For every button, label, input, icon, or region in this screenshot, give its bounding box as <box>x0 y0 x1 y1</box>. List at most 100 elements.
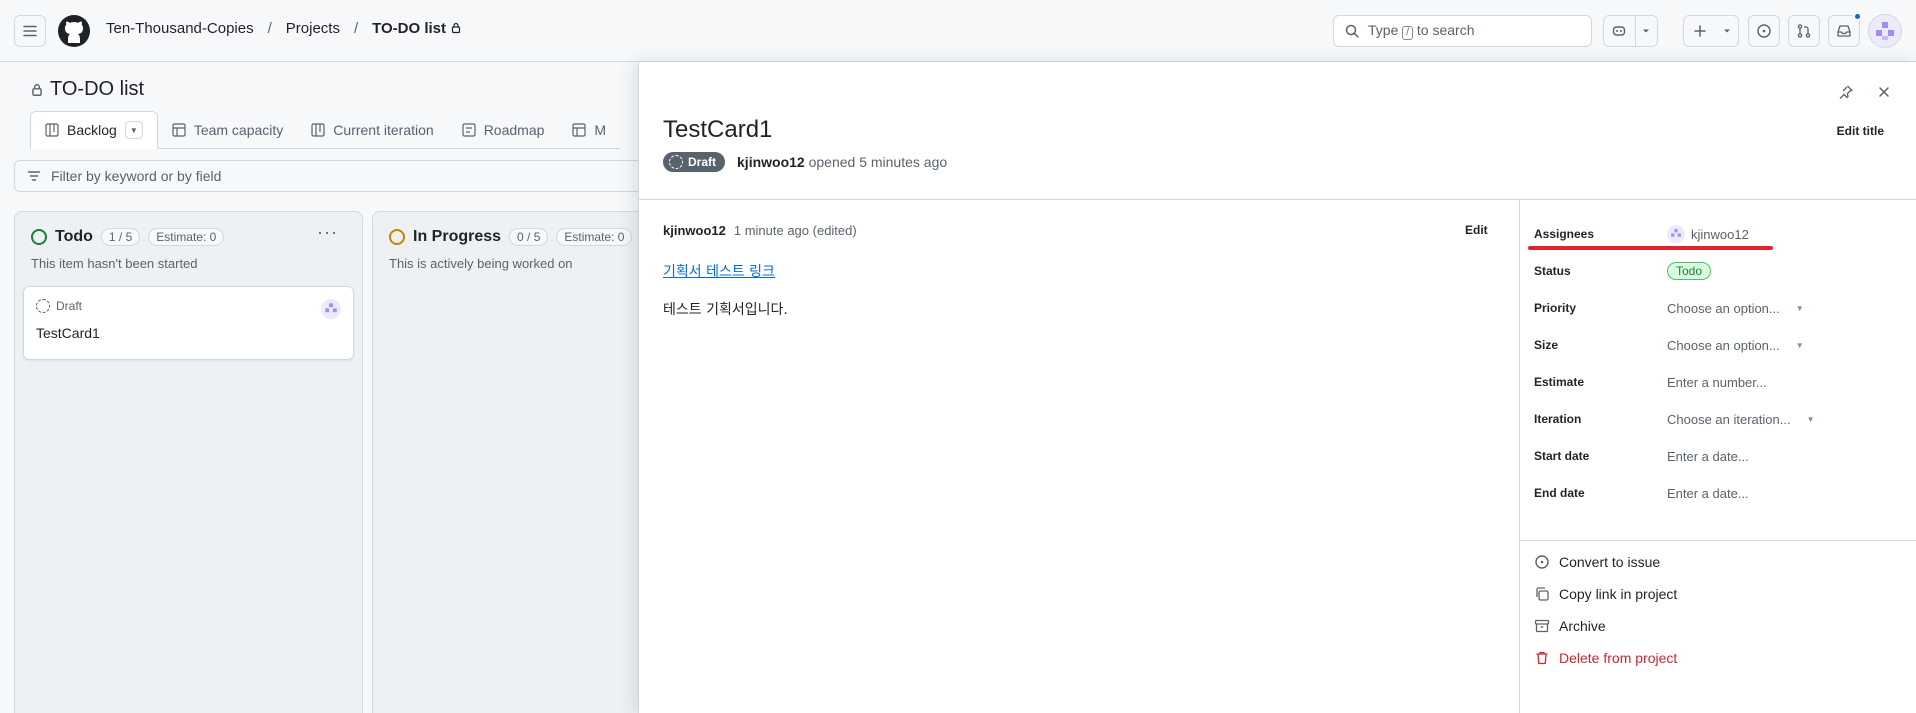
view-tabs: Backlog ▼ Team capacity Current iteratio… <box>30 111 621 149</box>
tab-label: Backlog <box>67 122 117 138</box>
lock-icon <box>452 22 461 34</box>
assignee-name: kjinwoo12 <box>1691 226 1749 242</box>
trash-icon <box>1536 651 1548 665</box>
field-iteration[interactable]: Iteration Choose an iteration... ▼ <box>1534 404 1864 434</box>
comment-body: 테스트 기획서입니다. <box>663 302 788 318</box>
field-label: Start date <box>1534 449 1590 463</box>
priority-select[interactable]: Choose an option... ▼ <box>1667 301 1804 316</box>
github-logo-icon[interactable] <box>58 15 90 47</box>
copy-link-button[interactable]: Copy link in project <box>1534 586 1677 602</box>
filter-icon <box>27 171 41 181</box>
pin-icon[interactable] <box>1838 84 1854 100</box>
identicon-icon <box>325 303 337 313</box>
tab-options-chevron-icon[interactable]: ▼ <box>124 121 143 139</box>
user-avatar[interactable] <box>1868 14 1902 48</box>
breadcrumb-current[interactable]: TO-DO list <box>372 20 462 37</box>
card-title[interactable]: TestCard1 <box>36 325 100 341</box>
status-circle-icon <box>31 229 47 245</box>
delete-from-project-button[interactable]: Delete from project <box>1534 650 1677 666</box>
column-header: Todo 1 / 5 Estimate: 0 <box>31 228 225 246</box>
start-date-input[interactable]: Enter a date... <box>1667 449 1749 464</box>
field-label: Status <box>1534 264 1571 278</box>
search-suffix: to search <box>1416 22 1475 38</box>
global-header: Ten-Thousand-Copies / Projects / TO-DO l… <box>0 0 1916 62</box>
column-name: In Progress <box>413 228 502 245</box>
status-badge: Draft <box>663 152 726 172</box>
field-label: Estimate <box>1534 375 1585 389</box>
board-card[interactable]: Draft TestCard1 <box>23 286 354 360</box>
copy-icon <box>1536 587 1549 601</box>
tab-label: Roadmap <box>483 121 545 138</box>
field-end-date[interactable]: End date Enter a date... <box>1534 478 1864 508</box>
action-label: Delete from project <box>1559 650 1678 666</box>
field-label: Iteration <box>1534 412 1582 426</box>
action-label: Convert to issue <box>1559 554 1661 570</box>
status-badge-label: Draft <box>688 155 717 169</box>
field-size[interactable]: Size Choose an option... ▼ <box>1534 330 1864 360</box>
comment-link[interactable]: 기획서 테스트 링크 <box>663 261 775 281</box>
tab-label: Team capacity <box>193 121 284 138</box>
column-header: In Progress 0 / 5 Estimate: 0 <box>389 228 633 246</box>
search-input[interactable]: Type / to search <box>1333 15 1592 47</box>
comment-time: 1 minute ago (edited) <box>733 223 857 238</box>
end-date-input[interactable]: Enter a date... <box>1667 486 1749 501</box>
breadcrumb: Ten-Thousand-Copies / Projects / TO-DO l… <box>106 20 462 37</box>
archive-button[interactable]: Archive <box>1534 618 1606 634</box>
tab-roadmap[interactable]: Roadmap <box>447 111 559 149</box>
lock-icon <box>32 83 42 96</box>
edit-title-button[interactable]: Edit title <box>1837 124 1884 138</box>
tab-label: Current iteration <box>333 121 434 138</box>
chevron-down-icon: ▼ <box>1806 414 1815 424</box>
convert-to-issue-button[interactable]: Convert to issue <box>1534 554 1660 570</box>
search-shortcut-key: / <box>1402 26 1414 40</box>
chevron-down-icon[interactable] <box>1636 16 1657 46</box>
column-estimate: Estimate: 0 <box>556 228 633 246</box>
field-status[interactable]: Status Todo <box>1534 256 1864 286</box>
copilot-button[interactable] <box>1603 15 1658 47</box>
search-icon <box>1345 24 1359 38</box>
project-title: TO-DO list <box>30 78 144 101</box>
breadcrumb-org[interactable]: Ten-Thousand-Copies <box>106 20 254 37</box>
author-link[interactable]: kjinwoo12 <box>737 154 805 170</box>
issues-button[interactable] <box>1748 15 1780 47</box>
status-value[interactable]: Todo <box>1667 262 1712 280</box>
panel-title: TestCard1 <box>663 116 773 143</box>
panel-top-actions <box>1838 84 1892 100</box>
item-meta: Draft kjinwoo12 opened 5 minutes ago <box>663 152 947 172</box>
tab-backlog[interactable]: Backlog ▼ <box>30 111 158 149</box>
field-assignees[interactable]: Assignees kjinwoo12 <box>1534 219 1864 249</box>
pull-requests-button[interactable] <box>1788 15 1820 47</box>
action-label: Copy link in project <box>1559 586 1678 602</box>
field-estimate[interactable]: Estimate Enter a number... <box>1534 367 1864 397</box>
estimate-input[interactable]: Enter a number... <box>1667 375 1767 390</box>
tab-team-capacity[interactable]: Team capacity <box>157 111 298 149</box>
size-select[interactable]: Choose an option... ▼ <box>1667 338 1804 353</box>
board-icon <box>311 122 325 137</box>
tab-current-iteration[interactable]: Current iteration <box>297 111 448 149</box>
chevron-down-icon: ▼ <box>1795 340 1804 350</box>
chevron-down-icon <box>1716 16 1738 46</box>
plus-icon <box>1684 16 1716 46</box>
create-new-button[interactable] <box>1683 15 1739 47</box>
field-priority[interactable]: Priority Choose an option... ▼ <box>1534 293 1864 323</box>
tab-more[interactable]: M <box>558 111 621 149</box>
assignee-value[interactable]: kjinwoo12 <box>1667 225 1749 243</box>
card-assignee-avatar <box>321 299 341 319</box>
card-status: Draft <box>36 299 82 313</box>
iteration-select[interactable]: Choose an iteration... ▼ <box>1667 412 1815 427</box>
archive-icon <box>1534 619 1550 633</box>
menu-button[interactable] <box>14 15 46 47</box>
field-start-date[interactable]: Start date Enter a date... <box>1534 441 1864 471</box>
search-placeholder: Type / to search <box>1368 22 1475 40</box>
close-icon[interactable] <box>1876 84 1892 100</box>
column-menu-kebab-icon[interactable]: ··· <box>317 222 338 243</box>
copilot-icon[interactable] <box>1604 16 1635 46</box>
field-label: Priority <box>1534 301 1577 315</box>
breadcrumb-projects[interactable]: Projects <box>286 20 340 37</box>
draft-icon <box>36 299 50 313</box>
field-label: End date <box>1534 486 1585 500</box>
filter-input[interactable]: Filter by keyword or by field <box>14 160 654 192</box>
edit-comment-button[interactable]: Edit <box>1465 223 1488 237</box>
identicon-icon <box>1671 229 1681 237</box>
comment-author[interactable]: kjinwoo12 <box>663 223 726 238</box>
